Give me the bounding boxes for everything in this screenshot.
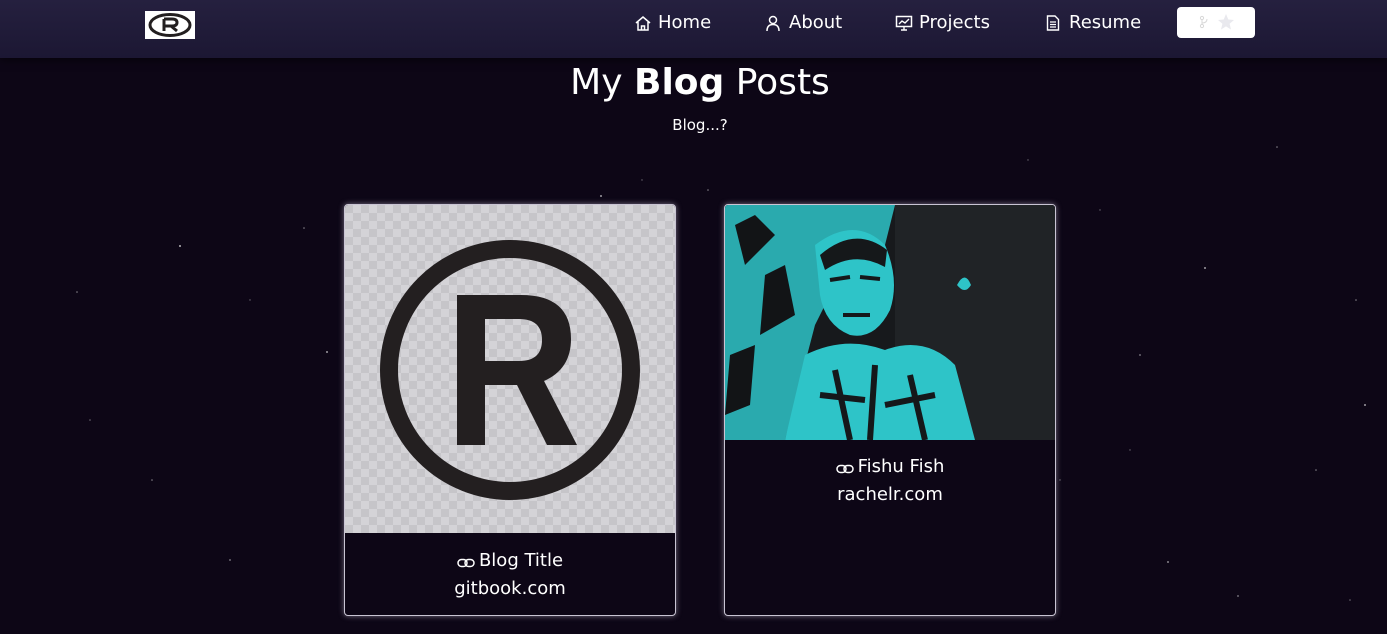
home-icon	[635, 16, 651, 31]
nav-projects-link[interactable]: Projects	[895, 11, 995, 35]
page-title-suffix: Posts	[735, 62, 830, 103]
post-title[interactable]: Blog Title	[345, 549, 675, 573]
user-icon	[766, 15, 780, 31]
top-navbar: Home About Projects Resume	[0, 0, 1387, 58]
nav-resume-label: Resume	[1069, 12, 1142, 33]
blog-post-card[interactable]: Fishu Fish rachelr.com	[724, 204, 1056, 616]
github-star-button[interactable]	[1177, 7, 1255, 38]
post-title-text: Blog Title	[478, 550, 564, 571]
nav-home-link[interactable]: Home	[634, 11, 714, 35]
link-icon	[457, 558, 475, 568]
post-title[interactable]: Fishu Fish	[725, 455, 1055, 479]
document-icon	[1046, 15, 1060, 31]
page-title: My Blog Posts	[0, 60, 1387, 106]
page-title-prefix: My	[570, 62, 623, 103]
registered-trademark-icon	[148, 13, 192, 37]
post-domain: gitbook.com	[454, 578, 566, 599]
link-icon	[835, 464, 854, 474]
nav-projects-label: Projects	[919, 12, 990, 33]
post-domain: rachelr.com	[837, 484, 943, 505]
teal-portrait-photo	[725, 205, 1055, 440]
site-logo[interactable]	[145, 11, 195, 39]
presentation-icon	[895, 15, 913, 31]
post-title-text: Fishu Fish	[857, 456, 945, 477]
git-fork-icon	[1199, 15, 1208, 29]
nav-about-link[interactable]: About	[765, 11, 845, 35]
nav-about-label: About	[789, 12, 843, 33]
blog-post-card[interactable]: Blog Title gitbook.com	[344, 204, 676, 616]
page-subtitle: Blog...?	[672, 116, 728, 134]
page-title-bold: Blog	[634, 62, 725, 103]
star-icon	[1218, 14, 1234, 30]
registered-trademark-logo	[345, 205, 675, 533]
nav-resume-link[interactable]: Resume	[1045, 11, 1145, 35]
nav-home-label: Home	[658, 12, 712, 33]
